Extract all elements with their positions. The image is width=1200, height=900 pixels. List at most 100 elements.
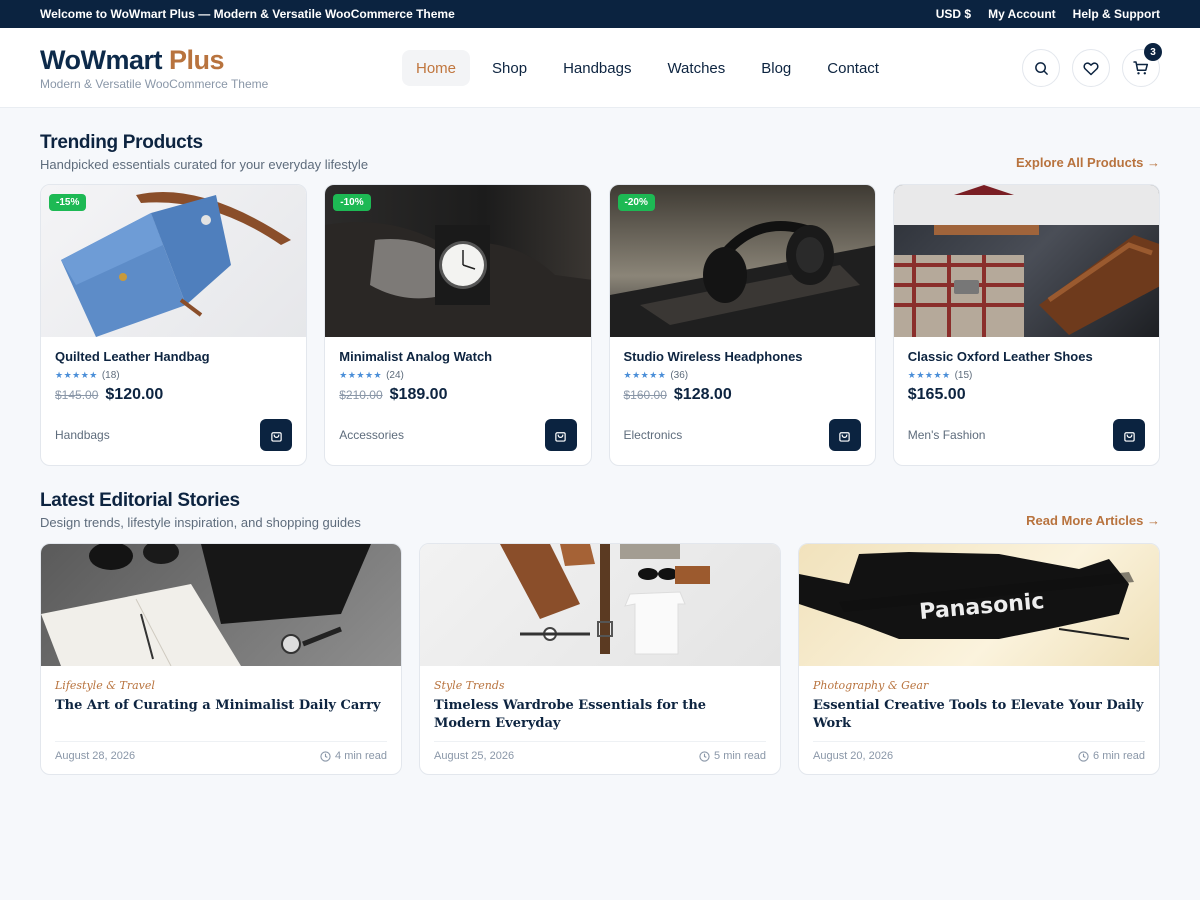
- review-count: (18): [101, 370, 120, 381]
- add-to-cart-button[interactable]: [544, 419, 577, 451]
- product-rating: ★★★★★ (18): [55, 370, 292, 381]
- search-button[interactable]: [1022, 49, 1060, 87]
- logo-main: WoWmart: [40, 44, 163, 75]
- review-count: (36): [670, 370, 689, 381]
- product-image-handbag[interactable]: -15%: [41, 185, 307, 337]
- add-to-cart-button[interactable]: [1113, 419, 1145, 451]
- product-rating: ★★★★★ (36): [624, 370, 861, 381]
- product-card[interactable]: Classic Oxford Leather Shoes ★★★★★ (15) $…: [892, 184, 1160, 466]
- wardrobe-illustration: [500, 544, 710, 655]
- product-category[interactable]: Handbags: [55, 428, 110, 442]
- editorial-subtitle: Design trends, lifestyle inspiration, an…: [40, 515, 361, 530]
- top-links: USD $ My Account Help & Support: [936, 7, 1160, 21]
- post-card[interactable]: Lifestyle & Travel The Art of Curating a…: [40, 543, 402, 775]
- current-price: $120.00: [105, 386, 164, 403]
- shopping-bag-icon: [555, 431, 566, 442]
- product-rating: ★★★★★ (15): [908, 370, 1145, 381]
- camera-strap-illustration: Panasonic: [799, 552, 1134, 640]
- old-price: $145.00: [55, 388, 99, 402]
- site-header: WoWmart Plus Modern & Versatile WooComme…: [0, 28, 1200, 108]
- discount-badge: -15%: [49, 194, 87, 211]
- current-price: $189.00: [389, 386, 448, 403]
- post-title[interactable]: Timeless Wardrobe Essentials for the Mod…: [434, 697, 766, 733]
- star-icons: ★★★★★: [55, 370, 98, 380]
- read-time-label: 6 min read: [1093, 750, 1145, 762]
- brand-tagline: Modern & Versatile WooCommerce Theme: [40, 76, 269, 91]
- product-card[interactable]: -10% Minimalist Analog Watch ★★★★★ (24) $…: [324, 184, 592, 466]
- logo[interactable]: WoWmart Plus: [40, 45, 268, 75]
- post-title[interactable]: Essential Creative Tools to Elevate Your…: [813, 697, 1145, 733]
- shoes-illustration: [893, 185, 1159, 337]
- current-price: $165.00: [907, 386, 966, 403]
- product-card[interactable]: -20% Studio Wireless Headphones ★★★★★ (36…: [608, 184, 876, 466]
- product-name[interactable]: Classic Oxford Leather Shoes: [908, 349, 1145, 364]
- star-icons: ★★★★★: [623, 370, 667, 380]
- nav-shop[interactable]: Shop: [478, 50, 541, 86]
- price-group: $160.00 $128.00: [624, 386, 861, 404]
- post-category[interactable]: Photography & Gear: [813, 679, 1145, 692]
- discount-badge: -20%: [617, 194, 655, 211]
- shopping-bag-icon: [1123, 431, 1135, 442]
- product-name[interactable]: Quilted Leather Handbag: [55, 349, 292, 364]
- nav-watches[interactable]: Watches: [653, 50, 739, 86]
- product-category[interactable]: Accessories: [339, 428, 404, 442]
- shopping-bag-icon: [839, 431, 850, 442]
- read-time-label: 4 min read: [335, 750, 387, 762]
- product-image-headphones[interactable]: -20%: [609, 185, 875, 337]
- search-icon: [1034, 61, 1048, 75]
- post-category[interactable]: Style Trends: [434, 679, 766, 692]
- read-more-articles-link[interactable]: Read More Articles →: [1026, 513, 1160, 530]
- daily-carry-illustration: [41, 544, 371, 666]
- product-image-shoes[interactable]: [893, 185, 1159, 337]
- add-to-cart-button[interactable]: [828, 419, 861, 451]
- wishlist-button[interactable]: [1072, 49, 1110, 87]
- star-icons: ★★★★★: [339, 370, 383, 380]
- post-category[interactable]: Lifestyle & Travel: [55, 679, 387, 692]
- old-price: $210.00: [339, 388, 383, 402]
- trending-subtitle: Handpicked essentials curated for your e…: [40, 157, 369, 172]
- help-support-link[interactable]: Help & Support: [1073, 7, 1160, 21]
- logo-accent: Plus: [169, 44, 225, 75]
- post-image-wardrobe[interactable]: [420, 544, 780, 666]
- price-group: $165.00: [908, 386, 1145, 404]
- nav-contact[interactable]: Contact: [813, 50, 893, 86]
- editorial-title: Latest Editorial Stories: [40, 490, 240, 511]
- product-image-watch[interactable]: -10%: [325, 185, 591, 337]
- cart-button[interactable]: 3: [1122, 43, 1162, 87]
- post-date: August 28, 2026: [55, 750, 136, 762]
- star-icons: ★★★★★: [907, 370, 951, 380]
- post-image-creative-tools[interactable]: Panasonic: [799, 544, 1159, 666]
- cart-icon: [1133, 61, 1149, 75]
- post-date: August 25, 2026: [434, 750, 515, 762]
- post-card[interactable]: Panasonic Photography & Gear Essential C…: [798, 543, 1160, 775]
- post-card[interactable]: Style Trends Timeless Wardrobe Essential…: [419, 543, 781, 775]
- add-to-cart-button[interactable]: [260, 419, 293, 451]
- clock-icon: [699, 750, 710, 762]
- editorial-header: Latest Editorial Stories Design trends, …: [0, 490, 1200, 530]
- product-card[interactable]: -15% Quilted Leather Handbag ★★★★★ (18) $…: [40, 184, 308, 466]
- post-title[interactable]: The Art of Curating a Minimalist Daily C…: [55, 697, 387, 715]
- product-name[interactable]: Minimalist Analog Watch: [339, 349, 576, 364]
- heart-icon: [1083, 61, 1099, 75]
- nav-blog[interactable]: Blog: [747, 50, 805, 86]
- my-account-link[interactable]: My Account: [988, 7, 1056, 21]
- top-bar: Welcome to WoWmart Plus — Modern & Versa…: [0, 0, 1200, 28]
- post-image-daily-carry[interactable]: [41, 544, 401, 666]
- product-category[interactable]: Men's Fashion: [908, 428, 986, 442]
- nav-handbags[interactable]: Handbags: [549, 50, 645, 86]
- read-time: 4 min read: [320, 750, 387, 762]
- current-price: $128.00: [673, 386, 732, 403]
- trending-title: Trending Products: [40, 132, 203, 153]
- welcome-text: Welcome to WoWmart Plus — Modern & Versa…: [40, 7, 455, 21]
- shopping-bag-icon: [271, 431, 282, 442]
- currency-selector[interactable]: USD $: [936, 7, 971, 21]
- product-category[interactable]: Electronics: [624, 428, 683, 442]
- product-name[interactable]: Studio Wireless Headphones: [624, 349, 861, 364]
- review-count: (15): [954, 370, 973, 381]
- post-date: August 20, 2026: [813, 750, 894, 762]
- brand[interactable]: WoWmart Plus Modern & Versatile WooComme…: [40, 45, 268, 91]
- review-count: (24): [386, 370, 404, 381]
- product-grid: -15% Quilted Leather Handbag ★★★★★ (18) $…: [0, 184, 1200, 466]
- nav-home[interactable]: Home: [402, 50, 471, 86]
- explore-all-products-link[interactable]: Explore All Products →: [1016, 155, 1160, 172]
